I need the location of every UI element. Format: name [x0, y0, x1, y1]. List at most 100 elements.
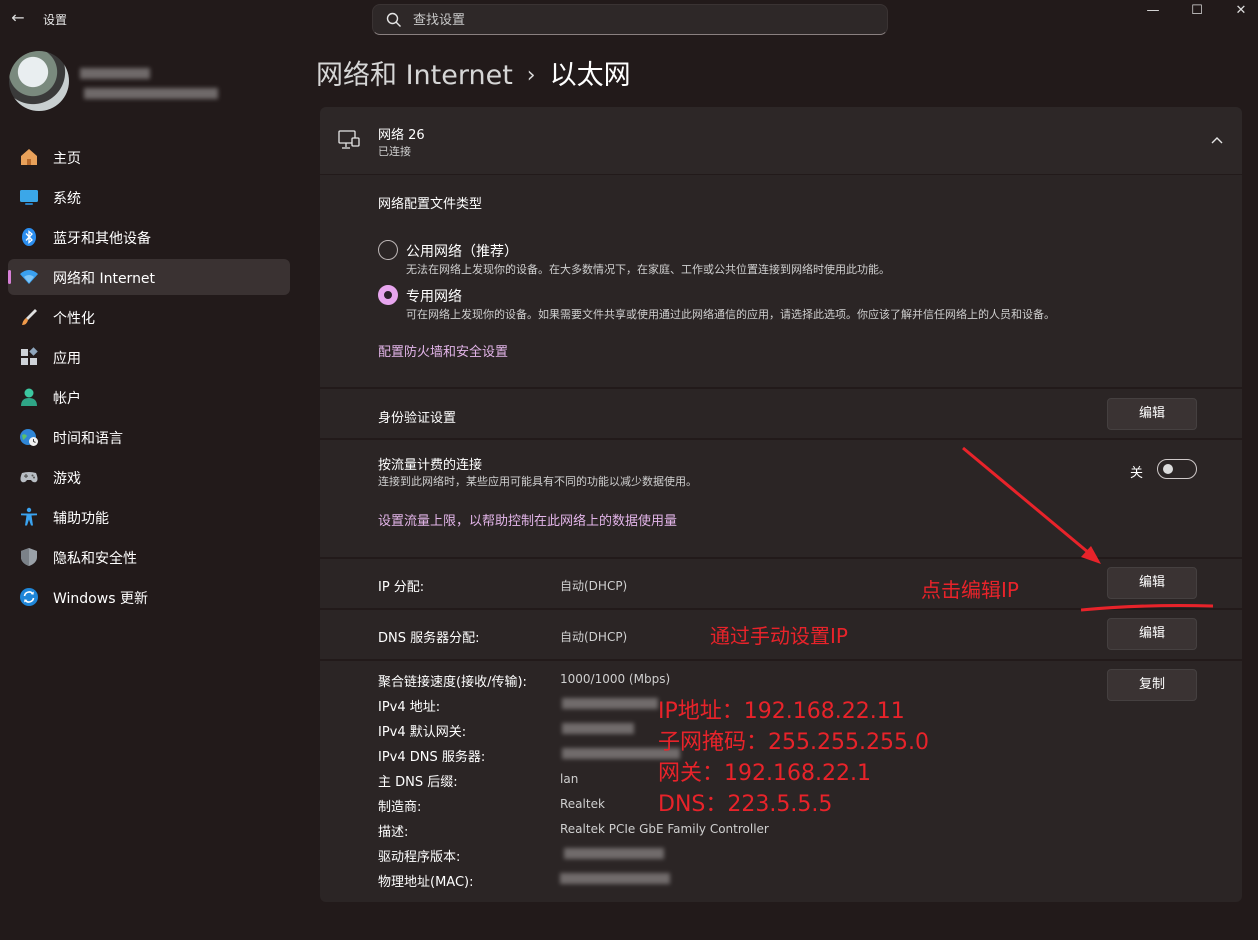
sidebar-item-label: 网络和 Internet — [53, 271, 156, 287]
sidebar-item-gaming[interactable]: 游戏 — [8, 459, 290, 495]
sidebar-item-windows-update[interactable]: Windows 更新 — [8, 579, 290, 615]
blurred-ipv4-address — [562, 698, 658, 709]
network-status: 已连接 — [378, 145, 411, 158]
apps-icon — [21, 347, 38, 365]
brush-icon — [22, 309, 37, 325]
sidebar-item-accounts[interactable]: 帐户 — [8, 379, 290, 415]
copy-button[interactable]: 复制 — [1107, 669, 1197, 701]
sidebar-item-network[interactable]: 网络和 Internet — [8, 259, 290, 295]
home-icon — [21, 149, 37, 165]
dns-assignment-value: 自动(DHCP) — [560, 630, 628, 644]
sidebar-item-label: 辅助功能 — [53, 511, 109, 527]
back-arrow-icon[interactable]: ← — [8, 8, 28, 28]
property-label: 驱动程序版本: — [378, 850, 461, 865]
sidebar-item-privacy[interactable]: 隐私和安全性 — [8, 539, 290, 575]
breadcrumb: 网络和 Internet › 以太网 — [316, 53, 631, 92]
annotation-ip-address: IP地址：192.168.22.11 — [658, 699, 905, 724]
auth-settings-label: 身份验证设置 — [378, 411, 457, 426]
bluetooth-icon — [22, 228, 36, 246]
public-network-label[interactable]: 公用网络（推荐） — [406, 241, 518, 261]
property-value: Realtek — [560, 797, 605, 811]
breadcrumb-separator: › — [526, 63, 536, 88]
sidebar-item-accessibility[interactable]: 辅助功能 — [8, 499, 290, 535]
annotation-gateway: 网关：192.168.22.1 — [658, 761, 871, 786]
globe-clock-icon — [20, 429, 38, 446]
property-value: 1000/1000 (Mbps) — [560, 672, 671, 686]
dns-assignment-label: DNS 服务器分配: — [378, 631, 480, 646]
blurred-user-email — [84, 88, 218, 99]
update-icon — [20, 588, 38, 606]
blurred-gateway — [562, 723, 634, 734]
sidebar-item-bluetooth[interactable]: 蓝牙和其他设备 — [8, 219, 290, 255]
minimize-button[interactable]: — — [1130, 0, 1176, 24]
firewall-settings-link[interactable]: 配置防火墙和安全设置 — [378, 341, 508, 360]
network-card-header[interactable]: 网络 26 已连接 — [320, 107, 1242, 174]
accessibility-icon — [21, 507, 37, 526]
property-label: 物理地址(MAC): — [378, 875, 474, 890]
annotation-click-edit-ip: 点击编辑IP — [921, 578, 1019, 602]
blurred-mac-address — [560, 873, 670, 884]
sidebar-item-label: Windows 更新 — [53, 591, 148, 607]
profile-section-title: 网络配置文件类型 — [378, 197, 483, 212]
private-network-radio[interactable] — [378, 285, 398, 305]
breadcrumb-parent[interactable]: 网络和 Internet — [316, 60, 513, 91]
ip-assignment-label: IP 分配: — [378, 580, 425, 595]
selection-indicator — [8, 270, 11, 284]
private-network-description: 可在网络上发现你的设备。如果需要文件共享或使用通过此网络通信的应用，请选择此选项… — [406, 308, 1055, 321]
sidebar-item-label: 时间和语言 — [53, 431, 123, 447]
ethernet-icon — [338, 130, 360, 149]
network-icon — [20, 270, 38, 284]
system-icon — [20, 190, 38, 205]
shield-icon — [21, 548, 37, 566]
sidebar-item-label: 系统 — [53, 191, 81, 207]
search-box[interactable] — [372, 4, 888, 35]
public-network-radio[interactable] — [378, 240, 398, 260]
property-label: 制造商: — [378, 800, 422, 815]
network-name: 网络 26 — [378, 128, 425, 143]
blurred-driver-version — [564, 848, 664, 859]
sidebar-item-label: 隐私和安全性 — [53, 551, 137, 567]
property-label: IPv4 DNS 服务器: — [378, 750, 486, 765]
sidebar-item-home[interactable]: 主页 — [8, 139, 290, 175]
ip-assignment-value: 自动(DHCP) — [560, 579, 628, 593]
property-value: lan — [560, 772, 579, 786]
search-input[interactable] — [413, 10, 873, 30]
metered-connection-label: 按流量计费的连接 — [378, 458, 483, 473]
sidebar-item-label: 蓝牙和其他设备 — [53, 231, 151, 247]
property-label: 描述: — [378, 825, 409, 840]
data-limit-link[interactable]: 设置流量上限，以帮助控制在此网络上的数据使用量 — [378, 510, 677, 529]
property-label: IPv4 默认网关: — [378, 725, 467, 740]
private-network-label[interactable]: 专用网络 — [406, 286, 462, 306]
public-network-description: 无法在网络上发现你的设备。在大多数情况下，在家庭、工作或公共位置连接到网络时使用… — [406, 263, 890, 276]
window-title: 设置 — [43, 13, 68, 27]
maximize-button[interactable]: ☐ — [1174, 0, 1220, 24]
annotation-subnet-mask: 子网掩码：255.255.255.0 — [658, 730, 929, 755]
sidebar-item-time-language[interactable]: 时间和语言 — [8, 419, 290, 455]
avatar[interactable] — [9, 51, 69, 111]
sidebar-item-system[interactable]: 系统 — [8, 179, 290, 215]
property-label: 聚合链接速度(接收/传输): — [378, 675, 527, 690]
page-title: 以太网 — [549, 60, 631, 91]
search-icon — [386, 12, 401, 27]
sidebar-item-label: 应用 — [53, 351, 81, 367]
annotation-manual-setup: 通过手动设置IP — [710, 624, 848, 648]
close-button[interactable]: ✕ — [1218, 0, 1258, 24]
blurred-user-name — [80, 68, 150, 79]
sidebar-item-apps[interactable]: 应用 — [8, 339, 290, 375]
property-label: IPv4 地址: — [378, 700, 441, 715]
sidebar-item-label: 游戏 — [53, 471, 81, 487]
property-value: Realtek PCIe GbE Family Controller — [560, 822, 769, 836]
annotation-dns: DNS：223.5.5.5 — [658, 792, 833, 817]
gamepad-icon — [20, 472, 38, 483]
auth-section — [320, 389, 1242, 438]
account-icon — [21, 388, 37, 406]
sidebar-item-personalization[interactable]: 个性化 — [8, 299, 290, 335]
sidebar-item-label: 主页 — [53, 151, 81, 167]
auth-edit-button[interactable]: 编辑 — [1107, 398, 1197, 430]
sidebar-item-label: 个性化 — [53, 311, 95, 327]
chevron-up-icon[interactable] — [1210, 135, 1224, 145]
metered-connection-description: 连接到此网络时，某些应用可能具有不同的功能以减少数据使用。 — [378, 475, 697, 488]
dns-edit-button[interactable]: 编辑 — [1107, 618, 1197, 650]
property-label: 主 DNS 后缀: — [378, 775, 458, 790]
sidebar-item-label: 帐户 — [53, 391, 81, 407]
